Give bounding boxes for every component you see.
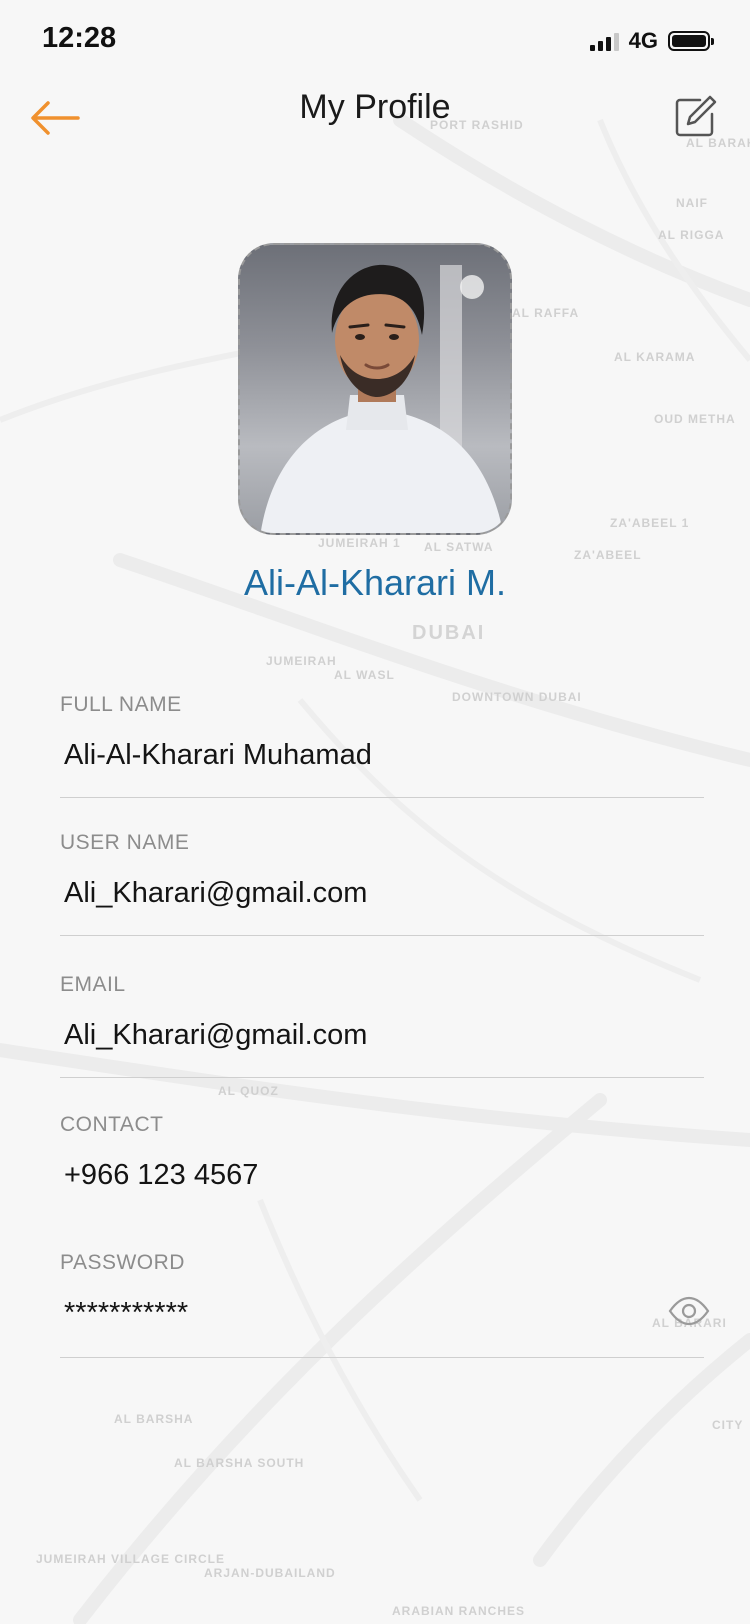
edit-button[interactable] (674, 94, 718, 138)
user-name-field: USER NAME (60, 831, 704, 910)
profile-avatar[interactable] (238, 243, 512, 535)
arrow-left-icon (31, 101, 80, 135)
signal-icon (589, 31, 619, 51)
profile-display-name: Ali-Al-Kharari M. (243, 562, 507, 603)
full-name-input[interactable] (60, 739, 704, 772)
eye-icon (668, 1296, 710, 1326)
battery-icon (668, 31, 714, 51)
password-visibility-toggle[interactable] (668, 1296, 710, 1326)
status-time: 12:28 (42, 22, 117, 54)
password-input[interactable] (60, 1297, 640, 1330)
user-name-input[interactable] (60, 877, 704, 910)
status-bar: 12:28 4G (0, 0, 750, 84)
divider (60, 1077, 704, 1078)
divider (60, 1357, 704, 1358)
network-type: 4G (628, 28, 658, 53)
avatar-photo (260, 264, 504, 533)
back-button[interactable] (28, 96, 82, 140)
password-label: PASSWORD (60, 1251, 185, 1274)
divider (60, 935, 704, 936)
user-name-label: USER NAME (60, 831, 190, 854)
contact-input[interactable] (60, 1159, 704, 1192)
email-field: EMAIL (60, 973, 704, 1052)
full-name-field: FULL NAME (60, 693, 704, 772)
password-field: PASSWORD (60, 1251, 704, 1330)
full-name-label: FULL NAME (60, 693, 182, 716)
status-indicators: 4G (589, 28, 714, 54)
divider (60, 797, 704, 798)
contact-label: CONTACT (60, 1113, 164, 1136)
email-label: EMAIL (60, 973, 126, 996)
edit-square-icon (675, 95, 717, 137)
contact-field: CONTACT (60, 1113, 704, 1192)
page-title: My Profile (299, 88, 451, 126)
email-input[interactable] (60, 1019, 704, 1052)
